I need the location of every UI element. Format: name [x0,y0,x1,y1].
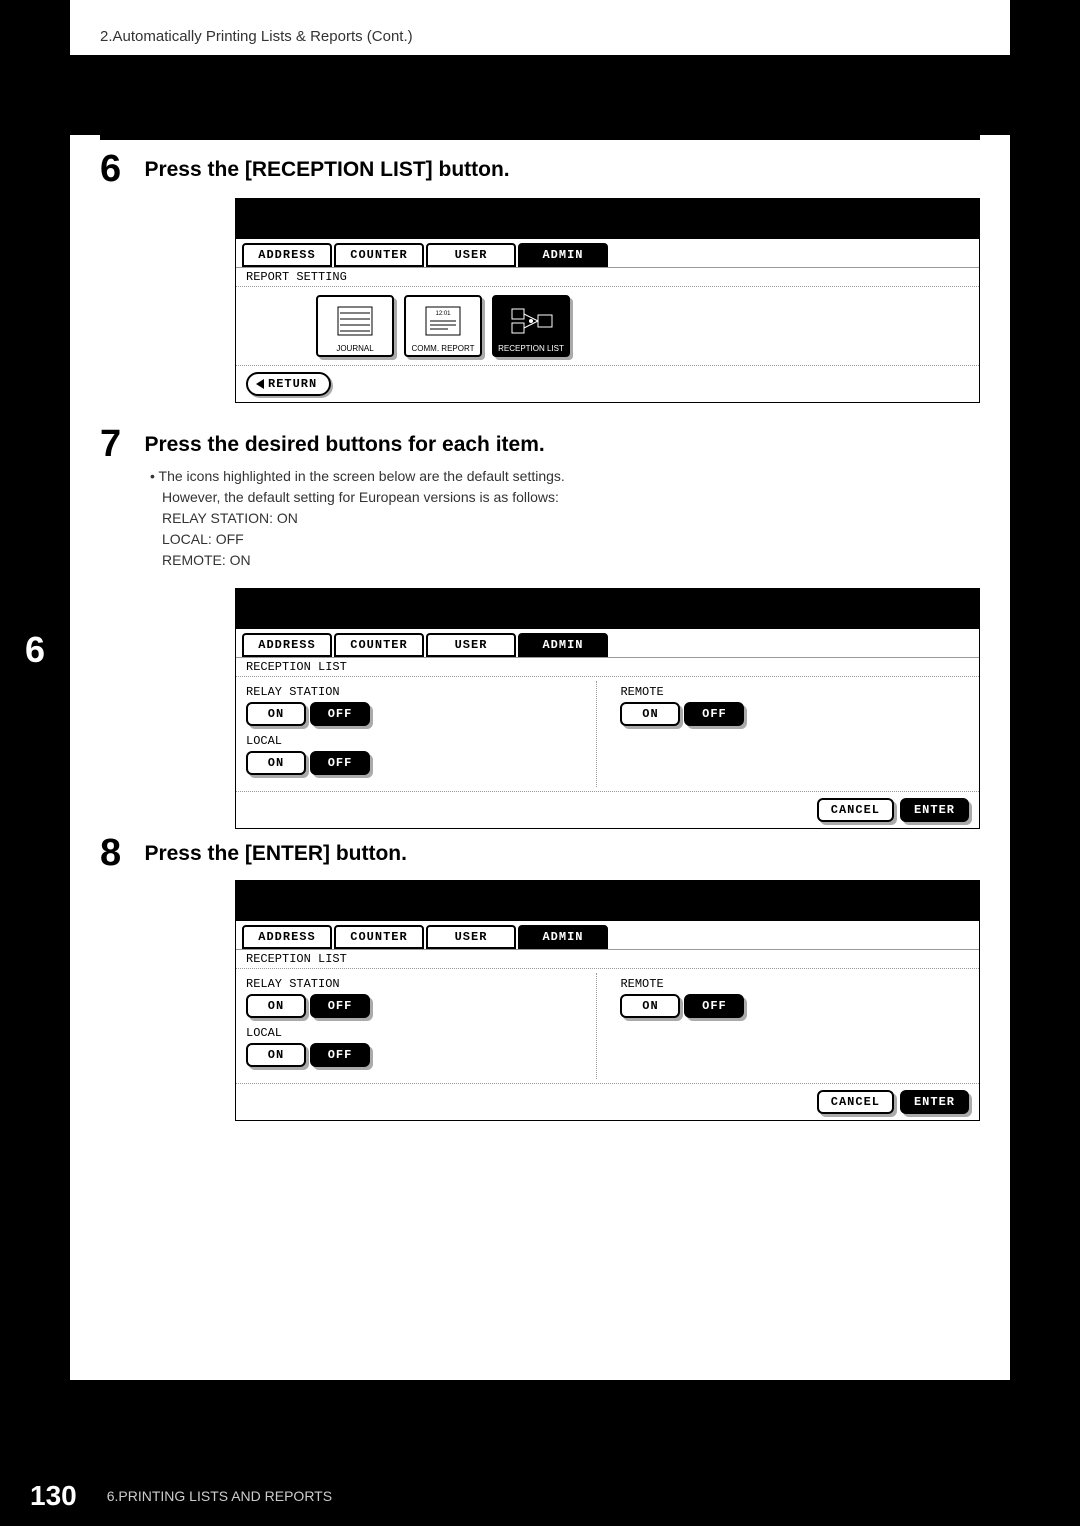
step-number: 7 [100,423,140,466]
screen-reception-list-enter: ADDRESS COUNTER USER ADMIN RECEPTION LIS… [235,880,980,1121]
screen-titlebar [236,199,979,239]
remote-on-button[interactable]: ON [620,702,680,726]
tab-address[interactable]: ADDRESS [242,633,332,657]
breadcrumb: 2.Automatically Printing Lists & Reports… [100,28,413,45]
tab-counter[interactable]: COUNTER [334,633,424,657]
local-off-button[interactable]: OFF [310,1043,370,1067]
screen-reception-list-defaults: ADDRESS COUNTER USER ADMIN RECEPTION LIS… [235,588,980,829]
relay-station-label: RELAY STATION [246,977,586,991]
tab-user[interactable]: USER [426,243,516,267]
tab-user[interactable]: USER [426,925,516,949]
local-on-button[interactable]: ON [246,1043,306,1067]
step-number: 6 [100,148,140,191]
tab-counter[interactable]: COUNTER [334,925,424,949]
note-line: However, the default setting for Europea… [150,487,980,508]
page-number: 130 [0,1480,97,1512]
step-title: Press the desired buttons for each item. [144,433,544,457]
note-line: LOCAL: OFF [150,529,980,550]
note-line: REMOTE: ON [150,550,980,571]
step-6: 6 Press the [RECEPTION LIST] button. [100,148,980,191]
cancel-button[interactable]: CANCEL [817,798,894,822]
reception-list-button[interactable]: RECEPTION LIST [492,295,570,357]
journal-button[interactable]: JOURNAL [316,295,394,357]
tabs-row: ADDRESS COUNTER USER ADMIN [236,921,979,949]
comm-report-icon: 12:01 [418,297,468,344]
relay-station-label: RELAY STATION [246,685,586,699]
screen-titlebar [236,881,979,921]
reception-list-label: RECEPTION LIST [498,344,564,353]
cancel-button[interactable]: CANCEL [817,1090,894,1114]
relay-off-button[interactable]: OFF [310,702,370,726]
tab-counter[interactable]: COUNTER [334,243,424,267]
enter-button[interactable]: ENTER [900,798,969,822]
note-line: The icons highlighted in the screen belo… [150,466,980,487]
journal-label: JOURNAL [336,344,373,353]
remote-label: REMOTE [620,685,930,699]
comm-report-label: COMM. REPORT [412,344,475,353]
local-label: LOCAL [246,734,586,748]
step-number: 8 [100,832,140,875]
step-title: Press the [ENTER] button. [144,842,407,866]
step-title: Press the [RECEPTION LIST] button. [144,158,509,182]
subheading: RECEPTION LIST [236,657,979,676]
local-off-button[interactable]: OFF [310,751,370,775]
rule [100,135,980,140]
local-on-button[interactable]: ON [246,751,306,775]
header-strip [70,55,1010,135]
tab-address[interactable]: ADDRESS [242,243,332,267]
content-area: 2.Automatically Printing Lists & Reports… [70,0,1010,1380]
subheading: RECEPTION LIST [236,949,979,968]
tabs-row: ADDRESS COUNTER USER ADMIN [236,629,979,657]
step-8: 8 Press the [ENTER] button. [100,832,980,875]
footer-caption: 6.PRINTING LISTS AND REPORTS [107,1488,332,1504]
return-button[interactable]: RETURN [246,372,331,396]
journal-icon [330,297,380,344]
page-footer: 130 6.PRINTING LISTS AND REPORTS [0,1466,1080,1526]
tab-admin[interactable]: ADMIN [518,243,608,267]
screen-titlebar [236,589,979,629]
remote-off-button[interactable]: OFF [684,994,744,1018]
step-7: 7 Press the desired buttons for each ite… [100,423,980,571]
relay-off-button[interactable]: OFF [310,994,370,1018]
remote-label: REMOTE [620,977,930,991]
relay-on-button[interactable]: ON [246,702,306,726]
remote-off-button[interactable]: OFF [684,702,744,726]
page-root: 2.Automatically Printing Lists & Reports… [0,0,1080,1526]
divider [596,973,597,1079]
screen-report-setting: ADDRESS COUNTER USER ADMIN REPORT SETTIN… [235,198,980,403]
enter-button[interactable]: ENTER [900,1090,969,1114]
tab-address[interactable]: ADDRESS [242,925,332,949]
remote-on-button[interactable]: ON [620,994,680,1018]
reception-list-icon [506,297,556,344]
svg-text:12:01: 12:01 [435,311,451,317]
tab-admin[interactable]: ADMIN [518,925,608,949]
subheading: REPORT SETTING [236,267,979,286]
local-label: LOCAL [246,1026,586,1040]
tab-admin[interactable]: ADMIN [518,633,608,657]
divider [596,681,597,787]
note-line: RELAY STATION: ON [150,508,980,529]
tabs-row: ADDRESS COUNTER USER ADMIN [236,239,979,267]
tab-user[interactable]: USER [426,633,516,657]
chapter-tab: 6 [0,615,70,685]
comm-report-button[interactable]: 12:01 COMM. REPORT [404,295,482,357]
relay-on-button[interactable]: ON [246,994,306,1018]
